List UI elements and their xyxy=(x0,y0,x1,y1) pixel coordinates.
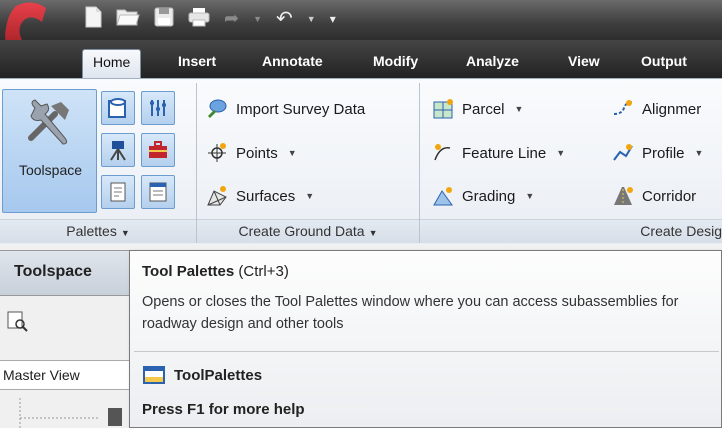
properties-icon xyxy=(110,182,126,202)
tab-analyze[interactable]: Analyze xyxy=(466,49,519,78)
alignment-icon xyxy=(612,98,634,120)
profile-icon xyxy=(612,142,634,164)
tool-palettes-command-icon xyxy=(143,366,165,384)
quick-access-icons: ➦ ▼ ↶ ▼ ▾ xyxy=(84,6,336,31)
surfaces-icon xyxy=(206,185,228,207)
profile-dropdown-icon: ▼ xyxy=(694,148,704,158)
tab-output[interactable]: Output xyxy=(641,49,687,78)
toolbox-button[interactable] xyxy=(141,133,175,167)
tree-view-connectors xyxy=(19,398,122,428)
tab-home[interactable]: Home xyxy=(82,49,142,78)
points-icon xyxy=(206,142,228,164)
toolspace-window-header: Toolspace xyxy=(0,250,140,296)
tab-view[interactable]: View xyxy=(568,49,600,78)
database-icon xyxy=(108,98,126,118)
feature-line-icon xyxy=(432,142,454,164)
parcel-label: Parcel xyxy=(462,100,505,118)
panel-expand-icon: ▼ xyxy=(368,228,378,238)
tool-palettes-tooltip: Tool Palettes (Ctrl+3) Opens or closes t… xyxy=(129,250,722,428)
ground-panel-title[interactable]: Create Ground Data ▼ xyxy=(197,219,419,243)
parcel-dropdown-icon: ▼ xyxy=(514,104,524,114)
design-panel-title[interactable]: Create Desig xyxy=(420,219,722,243)
ribbon: Toolspace Palettes▼ Import Survey Data xyxy=(0,78,722,244)
tooltip-command-name: ToolPalettes xyxy=(174,366,263,384)
ribbon-tab-bar: Home Insert Annotate Modify Analyze View… xyxy=(0,40,722,78)
tool-palettes-icon xyxy=(149,182,167,202)
view-options-icon[interactable] xyxy=(6,310,28,332)
palettes-panel-title[interactable]: Palettes ▼ xyxy=(0,219,196,243)
tooltip-divider xyxy=(134,351,719,352)
grading-label: Grading xyxy=(462,187,516,205)
design-panel-title-text: Create Desig xyxy=(640,223,722,239)
parcel-icon xyxy=(432,98,454,120)
tool-palettes-button[interactable] xyxy=(141,175,175,209)
redo-dropdown-icon[interactable]: ▼ xyxy=(253,14,262,24)
toolspace-button[interactable]: Toolspace xyxy=(2,89,97,213)
profile-label: Profile xyxy=(642,144,685,162)
tab-modify[interactable]: Modify xyxy=(373,49,418,78)
master-view-select[interactable]: Master View xyxy=(0,360,130,390)
alignment-command[interactable]: Alignmer xyxy=(612,95,701,123)
settings-button[interactable] xyxy=(141,91,175,125)
parcel-command[interactable]: Parcel ▼ xyxy=(432,95,523,123)
profile-command[interactable]: Profile ▼ xyxy=(612,139,703,167)
save-icon[interactable] xyxy=(154,7,174,30)
tooltip-command: ToolPalettes xyxy=(142,365,262,385)
import-survey-icon xyxy=(206,98,228,120)
toolspace-label: Toolspace xyxy=(18,162,83,178)
surfaces-label: Surfaces xyxy=(236,187,296,205)
panel-expand-icon: ▼ xyxy=(120,228,130,238)
tooltip-title-text: Tool Palettes xyxy=(142,263,235,280)
master-view-label: Master View xyxy=(3,367,80,383)
toolbox-icon xyxy=(149,141,167,158)
corridor-command[interactable]: Corridor xyxy=(612,182,696,210)
tools-icon xyxy=(150,100,166,116)
palettes-small-buttons xyxy=(99,89,183,213)
alignment-label: Alignmer xyxy=(642,100,702,118)
toolspace-icon xyxy=(28,99,69,145)
surfaces-command[interactable]: Surfaces ▼ xyxy=(206,182,314,210)
tooltip-description: Opens or closes the Tool Palettes window… xyxy=(142,294,679,332)
feature-line-label: Feature Line xyxy=(462,144,547,162)
corridor-label: Corridor xyxy=(642,187,697,205)
ground-panel-title-text: Create Ground Data xyxy=(238,223,365,239)
points-dropdown-icon: ▼ xyxy=(287,148,297,158)
import-survey-data-label: Import Survey Data xyxy=(236,100,366,118)
undo-icon[interactable]: ↶ xyxy=(276,6,293,31)
prospector-button[interactable] xyxy=(101,91,135,125)
tab-annotate[interactable]: Annotate xyxy=(262,49,323,78)
survey-instrument-icon xyxy=(110,141,126,161)
toolspace-window-title: Toolspace xyxy=(14,263,92,280)
open-folder-icon[interactable] xyxy=(116,7,140,30)
customize-qat-icon[interactable]: ▾ xyxy=(330,12,336,26)
undo-dropdown-icon[interactable]: ▼ xyxy=(307,14,316,24)
grading-icon xyxy=(432,185,454,207)
redo-icon[interactable]: ➦ xyxy=(224,8,239,29)
tooltip-title: Tool Palettes (Ctrl+3) xyxy=(142,263,289,280)
properties-button[interactable] xyxy=(101,175,135,209)
tooltip-help: Press F1 for more help xyxy=(142,401,305,418)
feature-line-dropdown-icon: ▼ xyxy=(556,148,566,158)
points-command[interactable]: Points ▼ xyxy=(206,139,297,167)
quick-access-toolbar: ➦ ▼ ↶ ▼ ▾ xyxy=(0,0,722,40)
feature-line-command[interactable]: Feature Line ▼ xyxy=(432,139,565,167)
tooltip-shortcut: (Ctrl+3) xyxy=(238,263,289,280)
import-survey-data-command[interactable]: Import Survey Data xyxy=(206,95,365,123)
palettes-panel-title-text: Palettes xyxy=(66,223,117,239)
surfaces-dropdown-icon: ▼ xyxy=(305,191,315,201)
plot-icon[interactable] xyxy=(188,7,210,30)
tab-insert[interactable]: Insert xyxy=(178,49,216,78)
survey-button[interactable] xyxy=(101,133,135,167)
grading-dropdown-icon: ▼ xyxy=(525,191,535,201)
new-file-icon[interactable] xyxy=(84,6,102,31)
corridor-icon xyxy=(612,185,634,207)
grading-command[interactable]: Grading ▼ xyxy=(432,182,534,210)
points-label: Points xyxy=(236,144,278,162)
